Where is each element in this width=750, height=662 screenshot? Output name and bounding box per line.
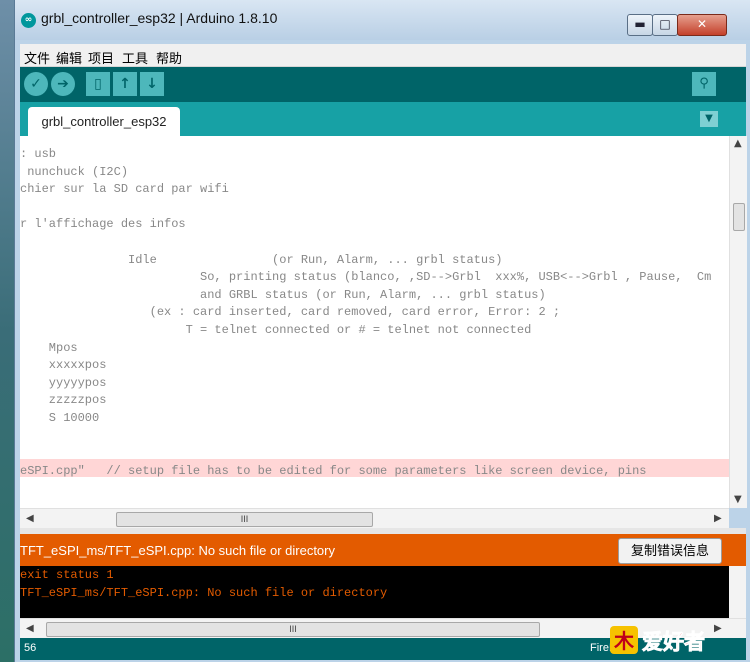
watermark-logo: 木 爱好者 [610,626,705,654]
status-bar: TFT_eSPI_ms/TFT_eSPI.cpp: No such file o… [20,534,746,566]
new-sketch-icon[interactable]: ▯ [86,72,110,96]
menu-bar: 文件 编辑 项目 工具 帮助 [20,44,746,67]
close-button[interactable]: ✕ [677,14,727,36]
code-line: r l'affichage des infos [20,217,186,232]
toolbar: ✓ ➔ ▯ ↑ ↓ ⚲ [20,67,746,102]
code-line: : usb [20,147,57,161]
menu-file[interactable]: 文件 [24,48,50,67]
code-line: nunchuck (I2C) [20,164,129,179]
watermark-text: 爱好者 [642,630,705,654]
editor-vertical-scrollbar[interactable]: ▲ ▼ [729,136,747,508]
desktop-background [0,0,14,662]
scroll-left-icon[interactable]: ◀ [26,513,34,524]
minimize-button[interactable]: ▬ [627,14,653,36]
copy-error-button[interactable]: 复制错误信息 [618,538,722,564]
arduino-window: ∞ grbl_controller_esp32 | Arduino 1.8.10… [14,0,750,662]
scroll-thumb[interactable]: III [46,622,540,637]
console-line: TFT_eSPI_ms/TFT_eSPI.cpp: No such file o… [20,586,388,600]
line-number: 56 [24,642,37,654]
code-line: So, printing status (blanco, ,SD-->Grbl … [20,270,712,285]
scroll-left-icon[interactable]: ◀ [26,623,34,634]
verify-icon[interactable]: ✓ [24,72,48,96]
scroll-right-icon[interactable]: ▶ [714,513,722,524]
code-line: yyyyypos [20,375,107,390]
code-line: eSPI.cpp" // setup file has to be edited… [20,463,647,478]
scroll-thumb[interactable] [733,203,745,231]
window-title: grbl_controller_esp32 | Arduino 1.8.10 [41,10,278,26]
code-line: chier sur la SD card par wifi [20,182,229,197]
code-line: xxxxxpos [20,358,107,373]
upload-icon[interactable]: ➔ [51,72,75,96]
menu-help[interactable]: 帮助 [156,48,182,67]
console-output[interactable]: exit status 1 TFT_eSPI_ms/TFT_eSPI.cpp: … [20,566,729,618]
serial-monitor-icon[interactable]: ⚲ [692,72,716,96]
code-line: zzzzzpos [20,393,107,408]
maximize-button[interactable]: □ [652,14,678,36]
menu-sketch[interactable]: 项目 [88,48,114,67]
code-line: S 10000 [20,411,100,425]
menu-edit[interactable]: 编辑 [56,48,82,67]
save-sketch-icon[interactable]: ↓ [140,72,164,96]
tab-sketch[interactable]: grbl_controller_esp32 [28,107,180,136]
tab-bar: grbl_controller_esp32 ▼ [20,102,746,136]
code-line: T = telnet connected or # = telnet not c… [20,323,532,337]
code-line: Idle (or Run, Alarm, ... grbl status) [20,252,503,267]
code-line: Mpos [20,340,78,355]
code-line: and GRBL status (or Run, Alarm, ... grbl… [20,287,546,302]
open-sketch-icon[interactable]: ↑ [113,72,137,96]
console-vertical-scrollbar[interactable] [729,566,746,618]
watermark-logo-char: 木 [613,629,635,653]
editor-horizontal-scrollbar[interactable]: ◀ III ▶ [20,508,729,529]
menu-tools[interactable]: 工具 [122,48,148,67]
title-bar[interactable]: ∞ grbl_controller_esp32 | Arduino 1.8.10… [15,0,750,40]
scroll-down-icon[interactable]: ▼ [734,494,742,505]
code-line: (ex : card inserted, card removed, card … [20,305,561,320]
console-line: exit status 1 [20,568,114,582]
scroll-thumb[interactable]: III [116,512,373,527]
arduino-logo-icon: ∞ [21,13,36,28]
tab-menu-icon[interactable]: ▼ [700,111,718,127]
status-message: TFT_eSPI_ms/TFT_eSPI.cpp: No such file o… [20,543,335,558]
code-editor[interactable]: : usb nunchuck (I2C) chier sur la SD card… [20,136,729,508]
scroll-up-icon[interactable]: ▲ [734,138,742,149]
